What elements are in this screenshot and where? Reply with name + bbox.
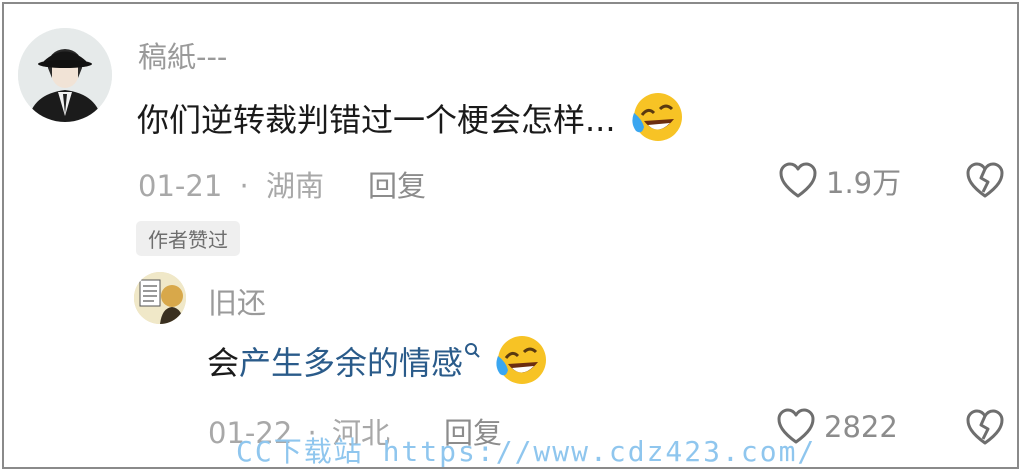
reply-avatar[interactable] [134, 272, 186, 324]
reply-username[interactable]: 旧还 [208, 280, 266, 322]
comment-username[interactable]: 稿紙--- [138, 34, 227, 76]
reply-text-prefix: 会 [207, 344, 240, 382]
comment-location: 湖南 [265, 169, 324, 203]
reply-like-count: 2822 [824, 410, 898, 444]
avatar[interactable] [18, 28, 112, 122]
reply-text-link[interactable]: 产生多余的情感 [239, 344, 463, 382]
broken-heart-icon [966, 409, 1004, 445]
search-icon[interactable] [464, 342, 482, 360]
reply-text-row: 会产生多余的情感 [207, 336, 548, 388]
laughing-crying-emoji-icon [632, 93, 682, 141]
reply-dislike-button[interactable] [965, 409, 1005, 451]
comment-like-count: 1.9万 [826, 166, 902, 200]
comment-text-row: 你们逆转裁判错过一个梗会怎样... [137, 93, 684, 145]
reply-avatar-image [134, 272, 186, 324]
avatar-image [18, 28, 112, 122]
laughing-crying-emoji-icon [496, 336, 547, 384]
comment-meta: 01-21 · 湖南 [138, 163, 324, 205]
author-liked-badge: 作者赞过 [136, 221, 240, 256]
comment-dislike-button[interactable] [965, 162, 1005, 204]
meta-separator: · [239, 169, 249, 203]
heart-outline-icon [779, 162, 817, 198]
comment-date: 01-21 [138, 169, 223, 203]
comment-like-button[interactable]: 1.9万 [778, 160, 901, 202]
site-watermark: CC下载站 https://www.cdz423.com/ [236, 435, 817, 468]
reply-button[interactable]: 回复 [368, 163, 426, 205]
broken-heart-icon [966, 162, 1004, 198]
comment-text: 你们逆转裁判错过一个梗会怎样... [137, 101, 616, 139]
